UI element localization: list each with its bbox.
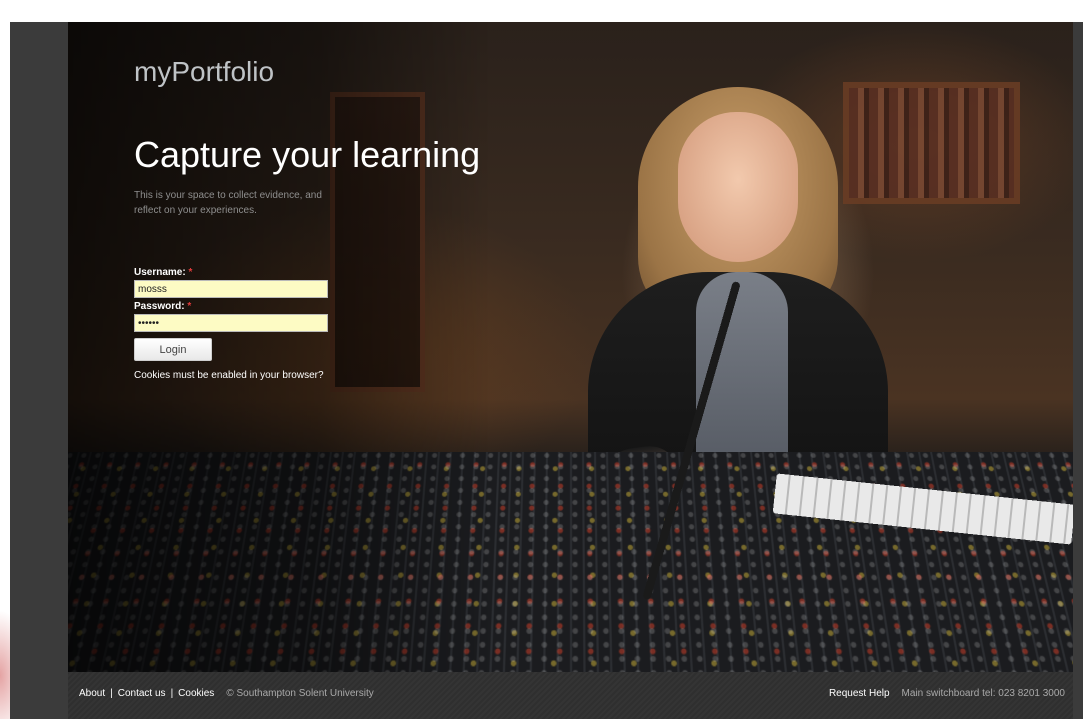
cookies-help-link[interactable]: Cookies must be enabled in your browser? bbox=[134, 370, 334, 381]
username-label: Username: * bbox=[134, 267, 334, 279]
footer-separator: | bbox=[170, 688, 174, 699]
password-required-marker: * bbox=[187, 301, 192, 312]
login-form: Username: * Password: * Login Cookies mu… bbox=[134, 267, 334, 381]
request-help-link[interactable]: Request Help bbox=[829, 688, 890, 699]
page-headline: Capture your learning bbox=[134, 134, 481, 175]
copyright-text: © Southampton Solent University bbox=[226, 688, 374, 699]
page-frame: myPortfolio Capture your learning This i… bbox=[10, 22, 1083, 719]
password-label-text: Password: bbox=[134, 301, 185, 312]
switchboard-text: Main switchboard tel: 023 8201 3000 bbox=[901, 688, 1065, 699]
username-label-text: Username: bbox=[134, 267, 186, 278]
username-required-marker: * bbox=[188, 267, 193, 278]
footer: About | Contact us | Cookies © Southampton So… bbox=[68, 672, 1073, 719]
brand-title: myPortfolio bbox=[134, 56, 275, 87]
footer-link-contact[interactable]: Contact us bbox=[118, 688, 166, 699]
footer-links: About | Contact us | Cookies © Southampton So… bbox=[79, 688, 374, 699]
face bbox=[678, 112, 798, 262]
password-input[interactable] bbox=[134, 314, 328, 332]
footer-link-cookies[interactable]: Cookies bbox=[178, 688, 214, 699]
hero-photo: myPortfolio Capture your learning This i… bbox=[68, 22, 1073, 672]
username-input[interactable] bbox=[134, 280, 328, 298]
password-label: Password: * bbox=[134, 301, 334, 313]
login-button[interactable]: Login bbox=[134, 338, 212, 361]
footer-help: Request Help Main switchboard tel: 023 82… bbox=[829, 688, 1065, 699]
footer-link-about[interactable]: About bbox=[79, 688, 105, 699]
page-tagline: This is your space to collect evidence, … bbox=[134, 190, 322, 216]
footer-separator: | bbox=[110, 688, 113, 699]
